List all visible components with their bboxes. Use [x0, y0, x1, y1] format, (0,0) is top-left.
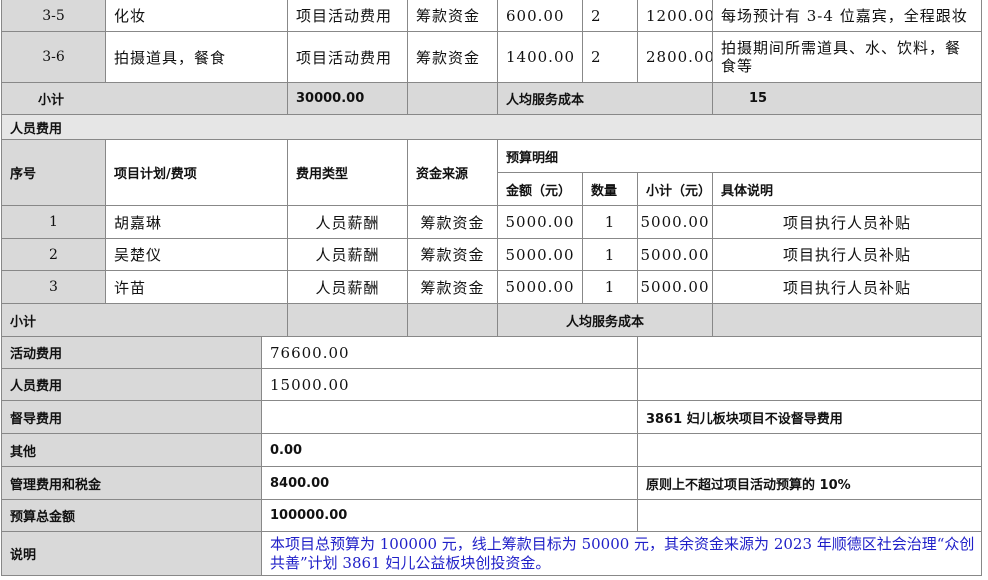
summary-label: 预算总金额: [1, 500, 262, 532]
summary-value: 76600.00: [262, 337, 638, 369]
note-cell: 每场预计有 3-4 位嘉宾，全程跟妆: [713, 0, 982, 32]
summary-row: 督导费用 3861 妇儿板块项目不设督导费用: [1, 401, 982, 434]
table-row: 3-6 拍摄道具，餐食 项目活动费用 筹款资金 1400.00 2 2800.0…: [1, 32, 982, 83]
item-cell: 吴楚仪: [106, 239, 288, 271]
source-cell: 筹款资金: [408, 32, 498, 83]
type-cell: 人员薪酬: [288, 239, 408, 271]
summary-row: 人员费用 15000.00: [1, 369, 982, 401]
source-cell: 筹款资金: [408, 206, 498, 239]
summary-value: 100000.00: [262, 500, 638, 532]
note-cell: 项目执行人员补贴: [713, 239, 982, 271]
table-row: 3 许苗 人员薪酬 筹款资金 5000.00 1 5000.00 项目执行人员补…: [1, 271, 982, 304]
header-item: 项目计划/费项: [106, 140, 288, 206]
table-row: 1 胡嘉琳 人员薪酬 筹款资金 5000.00 1 5000.00 项目执行人员…: [1, 206, 982, 239]
amount-cell: 5000.00: [498, 206, 583, 239]
row-number: 1: [1, 206, 106, 239]
header-source: 资金来源: [408, 140, 498, 206]
subtotal-cell: 5000.00: [638, 206, 713, 239]
summary-note: [638, 500, 982, 532]
summary-value: 15000.00: [262, 369, 638, 401]
explanation-row: 说明 本项目总预算为 100000 元，线上筹款目标为 50000 元，其余资金…: [1, 532, 982, 576]
note-cell: 项目执行人员补贴: [713, 206, 982, 239]
row-number: 2: [1, 239, 106, 271]
header-qty: 数量: [583, 173, 638, 206]
subtotal-label: 小计: [1, 304, 288, 337]
source-cell: 筹款资金: [408, 239, 498, 271]
subtotal-label: 小计: [1, 83, 288, 115]
item-cell: 拍摄道具，餐食: [106, 32, 288, 83]
item-cell: 胡嘉琳: [106, 206, 288, 239]
subtotal-row: 小计 30000.00 人均服务成本 15: [1, 83, 982, 115]
header-row: 序号 项目计划/费项 费用类型 资金来源 预算明细 金额（元） 数量 小计（元）…: [1, 140, 982, 206]
summary-label: 活动费用: [1, 337, 262, 369]
summary-label: 督导费用: [1, 401, 262, 434]
per-capita-label: 人均服务成本: [498, 304, 713, 337]
item-cell: 许苗: [106, 271, 288, 304]
table-row: 3-5 化妆 项目活动费用 筹款资金 600.00 2 1200.00 每场预计…: [1, 0, 982, 32]
type-cell: 项目活动费用: [288, 0, 408, 32]
qty-cell: 1: [583, 206, 638, 239]
type-cell: 人员薪酬: [288, 206, 408, 239]
amount-cell: 600.00: [498, 0, 583, 32]
subtotal-cell: 1200.00: [638, 0, 713, 32]
empty-cell: [408, 83, 498, 115]
header-subtotal: 小计（元）: [638, 173, 713, 206]
header-type: 费用类型: [288, 140, 408, 206]
row-number: 3-5: [1, 0, 106, 32]
summary-note: 原则上不超过项目活动预算的 10%: [638, 467, 982, 500]
note-cell: 拍摄期间所需道具、水、饮料，餐食等: [713, 32, 982, 83]
header-note: 具体说明: [713, 173, 982, 206]
summary-label: 其他: [1, 434, 262, 467]
subtotal-cell: 2800.00: [638, 32, 713, 83]
qty-cell: 2: [583, 0, 638, 32]
type-cell: 人员薪酬: [288, 271, 408, 304]
section-title-row: 人员费用: [1, 115, 982, 140]
empty-cell: [408, 304, 498, 337]
header-amount: 金额（元）: [498, 173, 583, 206]
source-cell: 筹款资金: [408, 271, 498, 304]
summary-value: [262, 401, 638, 434]
empty-cell: [288, 304, 408, 337]
summary-row: 预算总金额 100000.00: [1, 500, 982, 532]
summary-value: 8400.00: [262, 467, 638, 500]
amount-cell: 1400.00: [498, 32, 583, 83]
summary-value: 0.00: [262, 434, 638, 467]
section-title: 人员费用: [1, 115, 982, 140]
amount-cell: 5000.00: [498, 271, 583, 304]
note-cell: 项目执行人员补贴: [713, 271, 982, 304]
item-cell: 化妆: [106, 0, 288, 32]
explanation-label: 说明: [1, 532, 262, 576]
row-number: 3: [1, 271, 106, 304]
header-budget-detail: 预算明细: [498, 140, 982, 173]
summary-note: 3861 妇儿板块项目不设督导费用: [638, 401, 982, 434]
summary-note: [638, 369, 982, 401]
summary-row: 管理费用和税金 8400.00 原则上不超过项目活动预算的 10%: [1, 467, 982, 500]
amount-cell: 5000.00: [498, 239, 583, 271]
summary-row: 活动费用 76600.00: [1, 337, 982, 369]
summary-row: 其他 0.00: [1, 434, 982, 467]
subtotal-cell: 5000.00: [638, 271, 713, 304]
qty-cell: 2: [583, 32, 638, 83]
row-number: 3-6: [1, 32, 106, 83]
table-row: 2 吴楚仪 人员薪酬 筹款资金 5000.00 1 5000.00 项目执行人员…: [1, 239, 982, 271]
summary-label: 人员费用: [1, 369, 262, 401]
qty-cell: 1: [583, 239, 638, 271]
per-capita-label: 人均服务成本: [498, 83, 713, 115]
explanation-text: 本项目总预算为 100000 元，线上筹款目标为 50000 元，其余资金来源为…: [262, 532, 982, 576]
subtotal-row: 小计 人均服务成本: [1, 304, 982, 337]
type-cell: 项目活动费用: [288, 32, 408, 83]
source-cell: 筹款资金: [408, 0, 498, 32]
subtotal-total: 30000.00: [288, 83, 408, 115]
summary-note: [638, 434, 982, 467]
header-no: 序号: [1, 140, 106, 206]
per-capita-value: 15: [713, 83, 982, 115]
subtotal-cell: 5000.00: [638, 239, 713, 271]
summary-label: 管理费用和税金: [1, 467, 262, 500]
summary-note: [638, 337, 982, 369]
qty-cell: 1: [583, 271, 638, 304]
per-capita-value: [713, 304, 982, 337]
